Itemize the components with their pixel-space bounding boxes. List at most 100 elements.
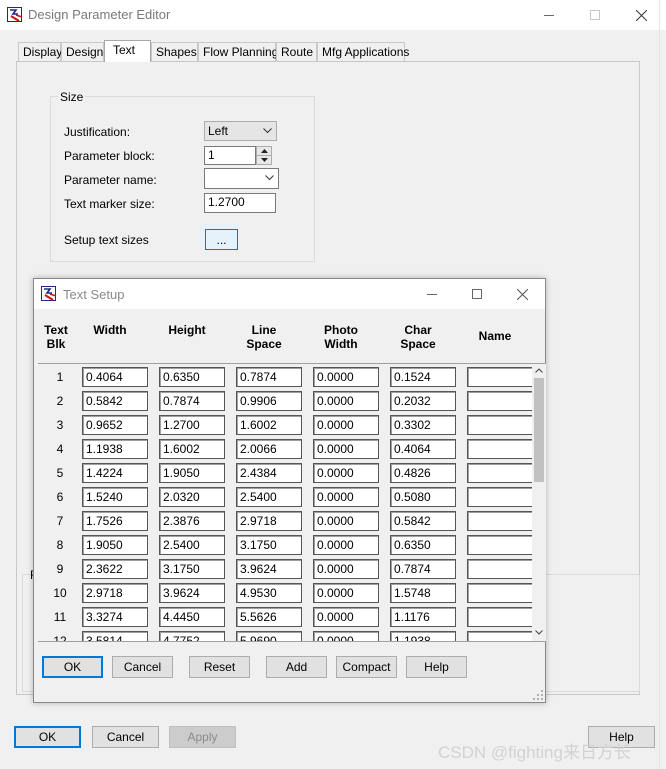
close-button[interactable] <box>618 0 664 30</box>
spin-up-button[interactable] <box>257 147 271 156</box>
width-cell[interactable]: 0.4064 <box>82 367 148 387</box>
text-setup-dialog[interactable]: Text Setup Text Blk Width Height Line Sp… <box>33 278 546 703</box>
name-cell[interactable] <box>467 415 533 435</box>
vertical-scrollbar[interactable] <box>532 364 546 641</box>
tab-flow-planning[interactable]: Flow Planning <box>198 42 278 61</box>
setup-text-sizes-button[interactable]: ... <box>205 229 238 250</box>
scrollbar-thumb[interactable] <box>534 378 544 482</box>
photo-width-cell[interactable]: 0.0000 <box>313 439 379 459</box>
tab-mfg-applications[interactable]: Mfg Applications <box>317 42 409 61</box>
height-cell[interactable]: 4.7752 <box>159 631 225 641</box>
tab-display[interactable]: Display <box>18 42 62 61</box>
char-space-cell[interactable]: 0.7874 <box>390 559 456 579</box>
line-space-cell[interactable]: 0.7874 <box>236 367 302 387</box>
parameter-block-input[interactable]: 1 <box>204 146 256 165</box>
dialog-reset-button[interactable]: Reset <box>189 656 250 678</box>
name-cell[interactable] <box>467 631 533 641</box>
photo-width-cell[interactable]: 0.0000 <box>313 559 379 579</box>
char-space-cell[interactable]: 0.3302 <box>390 415 456 435</box>
tab-design[interactable]: Design <box>61 42 104 61</box>
char-space-cell[interactable]: 0.5080 <box>390 487 456 507</box>
char-space-cell[interactable]: 0.4064 <box>390 439 456 459</box>
height-cell[interactable]: 0.6350 <box>159 367 225 387</box>
photo-width-cell[interactable]: 0.0000 <box>313 511 379 531</box>
width-cell[interactable]: 1.7526 <box>82 511 148 531</box>
dialog-add-button[interactable]: Add <box>266 656 327 678</box>
name-cell[interactable] <box>467 511 533 531</box>
line-space-cell[interactable]: 0.9906 <box>236 391 302 411</box>
height-cell[interactable]: 0.7874 <box>159 391 225 411</box>
resize-grip-icon[interactable] <box>533 690 543 700</box>
name-cell[interactable] <box>467 559 533 579</box>
name-cell[interactable] <box>467 463 533 483</box>
name-cell[interactable] <box>467 487 533 507</box>
char-space-cell[interactable]: 1.1176 <box>390 607 456 627</box>
line-space-cell[interactable]: 1.6002 <box>236 415 302 435</box>
height-cell[interactable]: 3.9624 <box>159 583 225 603</box>
photo-width-cell[interactable]: 0.0000 <box>313 463 379 483</box>
scroll-down-icon[interactable] <box>535 630 543 635</box>
name-cell[interactable] <box>467 367 533 387</box>
line-space-cell[interactable]: 3.9624 <box>236 559 302 579</box>
width-cell[interactable]: 2.9718 <box>82 583 148 603</box>
name-cell[interactable] <box>467 583 533 603</box>
ok-button[interactable]: OK <box>14 726 81 748</box>
cancel-button[interactable]: Cancel <box>92 726 159 748</box>
tab-route[interactable]: Route <box>276 42 317 61</box>
apply-button[interactable]: Apply <box>169 726 236 748</box>
width-cell[interactable]: 0.9652 <box>82 415 148 435</box>
char-space-cell[interactable]: 0.6350 <box>390 535 456 555</box>
dialog-minimize-button[interactable] <box>409 279 455 309</box>
height-cell[interactable]: 2.5400 <box>159 535 225 555</box>
width-cell[interactable]: 1.1938 <box>82 439 148 459</box>
height-cell[interactable]: 2.3876 <box>159 511 225 531</box>
char-space-cell[interactable]: 0.4826 <box>390 463 456 483</box>
line-space-cell[interactable]: 2.9718 <box>236 511 302 531</box>
height-cell[interactable]: 2.0320 <box>159 487 225 507</box>
dialog-maximize-button[interactable] <box>454 279 500 309</box>
dialog-cancel-button[interactable]: Cancel <box>112 656 173 678</box>
line-space-cell[interactable]: 4.9530 <box>236 583 302 603</box>
photo-width-cell[interactable]: 0.0000 <box>313 415 379 435</box>
line-space-cell[interactable]: 5.5626 <box>236 607 302 627</box>
name-cell[interactable] <box>467 439 533 459</box>
width-cell[interactable]: 0.5842 <box>82 391 148 411</box>
width-cell[interactable]: 3.5814 <box>82 631 148 641</box>
scroll-up-icon[interactable] <box>535 368 543 373</box>
height-cell[interactable]: 1.6002 <box>159 439 225 459</box>
char-space-cell[interactable]: 0.1524 <box>390 367 456 387</box>
parameter-block-spinner[interactable] <box>256 146 272 165</box>
tab-text[interactable]: Text <box>104 40 151 62</box>
dialog-close-button[interactable] <box>499 279 545 309</box>
main-title-bar[interactable]: Design Parameter Editor <box>0 0 666 30</box>
line-space-cell[interactable]: 2.4384 <box>236 463 302 483</box>
char-space-cell[interactable]: 1.1938 <box>390 631 456 641</box>
width-cell[interactable]: 1.4224 <box>82 463 148 483</box>
photo-width-cell[interactable]: 0.0000 <box>313 607 379 627</box>
text-marker-size-input[interactable]: 1.2700 <box>204 193 276 213</box>
photo-width-cell[interactable]: 0.0000 <box>313 535 379 555</box>
photo-width-cell[interactable]: 0.0000 <box>313 631 379 641</box>
char-space-cell[interactable]: 1.5748 <box>390 583 456 603</box>
line-space-cell[interactable]: 3.1750 <box>236 535 302 555</box>
photo-width-cell[interactable]: 0.0000 <box>313 583 379 603</box>
parameter-name-select[interactable] <box>204 168 279 189</box>
spin-down-button[interactable] <box>257 156 271 165</box>
line-space-cell[interactable]: 2.0066 <box>236 439 302 459</box>
dialog-compact-button[interactable]: Compact <box>336 656 397 678</box>
minimize-button[interactable] <box>526 0 572 30</box>
tab-shapes[interactable]: Shapes <box>151 42 198 61</box>
width-cell[interactable]: 1.5240 <box>82 487 148 507</box>
height-cell[interactable]: 4.4450 <box>159 607 225 627</box>
height-cell[interactable]: 3.1750 <box>159 559 225 579</box>
text-size-grid[interactable]: 1 0.4064 0.6350 0.7874 0.0000 0.1524 2 0.5842 0.… <box>38 363 546 642</box>
text-setup-title-bar[interactable]: Text Setup <box>34 279 545 309</box>
name-cell[interactable] <box>467 391 533 411</box>
maximize-button[interactable] <box>572 0 618 30</box>
height-cell[interactable]: 1.2700 <box>159 415 225 435</box>
name-cell[interactable] <box>467 607 533 627</box>
char-space-cell[interactable]: 0.5842 <box>390 511 456 531</box>
height-cell[interactable]: 1.9050 <box>159 463 225 483</box>
justification-select[interactable]: Left <box>204 121 277 141</box>
photo-width-cell[interactable]: 0.0000 <box>313 487 379 507</box>
